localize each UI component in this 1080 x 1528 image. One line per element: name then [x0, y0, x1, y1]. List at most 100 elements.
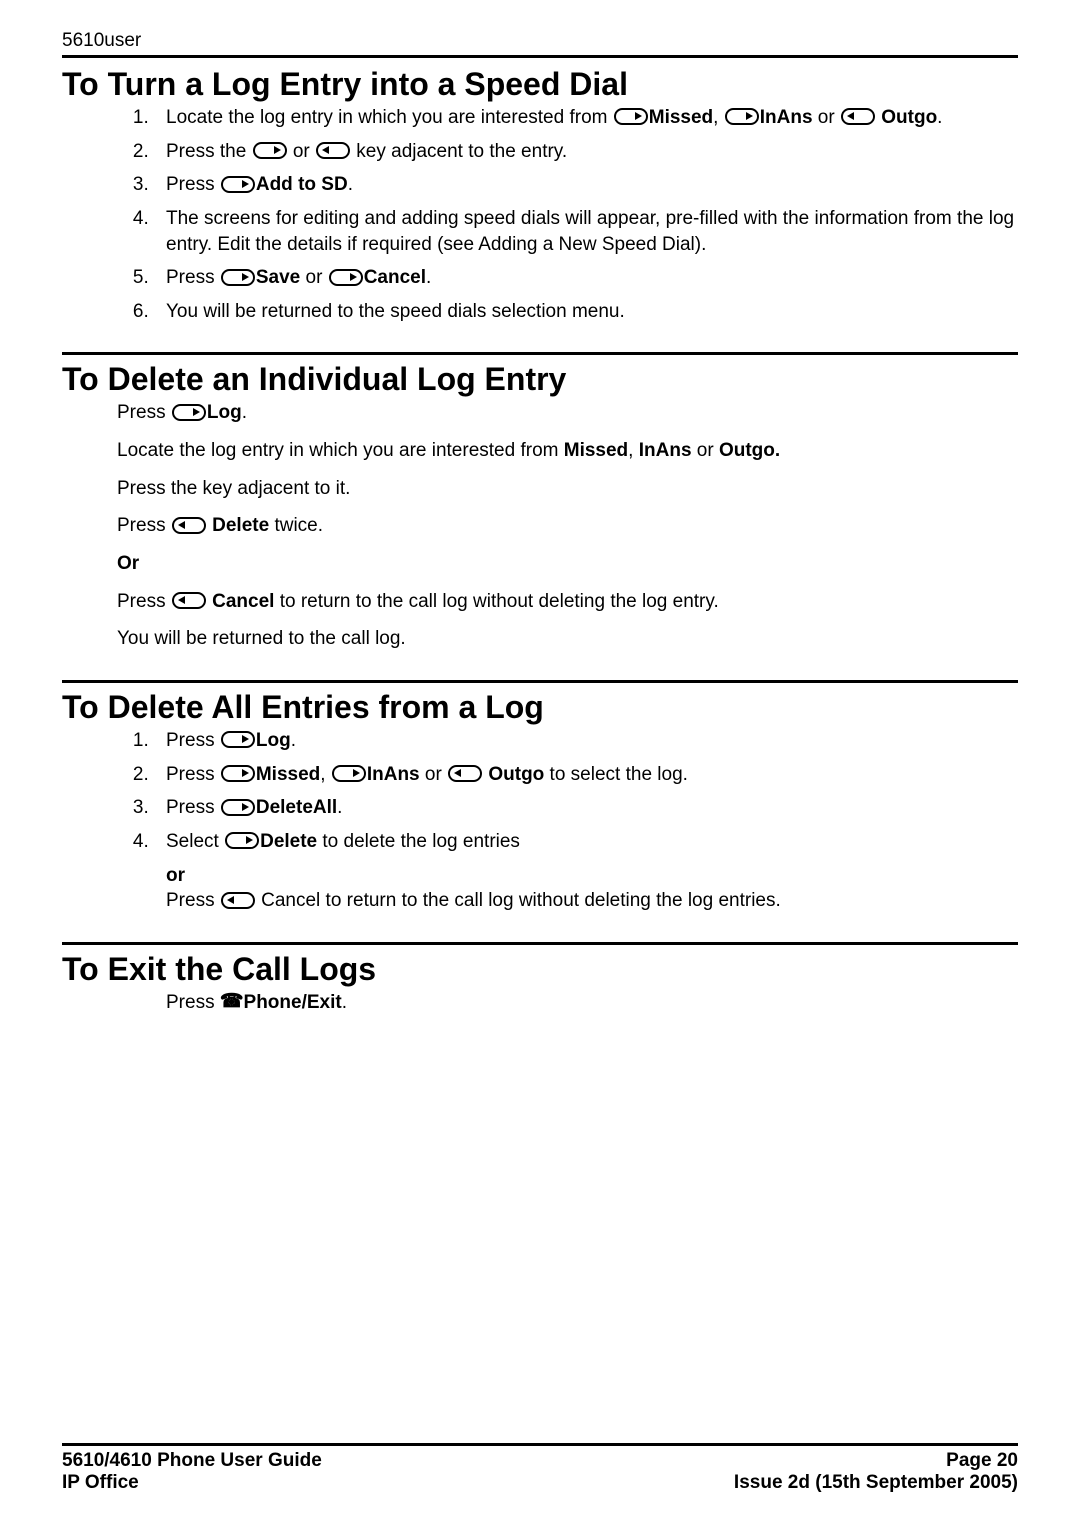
softkey-right-icon [221, 731, 255, 748]
label-delete: Delete [207, 515, 269, 536]
steps-turn-speed-dial: Locate the log entry in which you are in… [62, 105, 1018, 324]
label-or: or [166, 863, 1018, 889]
text: key adjacent to the entry. [351, 141, 567, 162]
text: . [937, 107, 942, 128]
page-footer: 5610/4610 Phone User Guide Page 20 IP Of… [62, 1443, 1018, 1494]
list-item: Press the or key adjacent to the entry. [154, 139, 1018, 165]
text: . [337, 797, 342, 818]
softkey-right-icon [614, 108, 648, 125]
list-item: Locate the log entry in which you are in… [154, 105, 1018, 131]
text: to select the log. [544, 764, 688, 785]
label-log: Log [256, 730, 291, 751]
text: Locate the log entry in which you are in… [117, 440, 564, 461]
section-divider [62, 680, 1018, 683]
text: . [342, 992, 347, 1013]
para: Press Cancel to return to the call log w… [166, 888, 1018, 914]
text: or [813, 107, 840, 128]
text: Cancel to return to the call log without… [256, 890, 781, 911]
text: . [348, 174, 353, 195]
text: to delete the log entries [317, 831, 520, 852]
text: Press [166, 764, 220, 785]
softkey-right-icon [221, 765, 255, 782]
label-inans: InAns [367, 764, 420, 785]
heading-delete-all: To Delete All Entries from a Log [62, 689, 1018, 726]
text: Press [117, 591, 171, 612]
running-header: 5610user [62, 30, 1018, 58]
block-delete-individual: Press Log. Locate the log entry in which… [117, 400, 1018, 651]
para: Press Delete twice. [117, 513, 1018, 539]
softkey-left-icon [221, 892, 255, 909]
text: or [420, 764, 447, 785]
label-outgo: Outgo. [719, 440, 780, 461]
softkey-right-icon [221, 799, 255, 816]
text: Press [117, 515, 171, 536]
softkey-left-icon [316, 142, 350, 159]
label-missed: Missed [564, 440, 628, 461]
text: , [628, 440, 639, 461]
label-delete-all: DeleteAll [256, 797, 337, 818]
text: . [291, 730, 296, 751]
para: Press Log. [117, 400, 1018, 426]
list-item: Press Add to SD. [154, 172, 1018, 198]
text: Press [166, 797, 220, 818]
softkey-left-icon [448, 765, 482, 782]
footer-product: IP Office [62, 1472, 139, 1494]
text: , [713, 107, 724, 128]
text: Select [166, 831, 224, 852]
para: Press Cancel to return to the call log w… [117, 589, 1018, 615]
list-item: Press Log. [154, 728, 1018, 754]
section-divider [62, 352, 1018, 355]
label-add-to-sd: Add to SD [256, 174, 348, 195]
label-inans: InAns [639, 440, 692, 461]
block-exit: Press ☎Phone/Exit. [166, 990, 1018, 1016]
para: You will be returned to the call log. [117, 626, 1018, 652]
label-phone-exit: Phone/Exit [244, 992, 342, 1013]
step-text: Press [166, 174, 220, 195]
footer-issue-date: Issue 2d (15th September 2005) [734, 1472, 1018, 1494]
label-outgo: Outgo [876, 107, 937, 128]
softkey-left-icon [172, 592, 206, 609]
step-text: Press [166, 267, 220, 288]
list-item: You will be returned to the speed dials … [154, 299, 1018, 325]
text: Press [166, 890, 220, 911]
section-divider [62, 942, 1018, 945]
label-outgo: Outgo [483, 764, 544, 785]
step-text: You will be returned to the speed dials … [166, 301, 625, 322]
text: or [288, 141, 315, 162]
label-missed: Missed [649, 107, 713, 128]
softkey-right-icon [332, 765, 366, 782]
text: , [320, 764, 331, 785]
para: Locate the log entry in which you are in… [117, 438, 1018, 464]
para: Press the key adjacent to it. [117, 476, 1018, 502]
text: or [692, 440, 719, 461]
heading-exit-call-logs: To Exit the Call Logs [62, 951, 1018, 988]
steps-delete-all: Press Log. Press Missed, InAns or Outgo … [62, 728, 1018, 855]
text: . [242, 402, 247, 423]
softkey-right-icon [172, 404, 206, 421]
softkey-right-icon [725, 108, 759, 125]
softkey-right-icon [221, 176, 255, 193]
heading-delete-individual: To Delete an Individual Log Entry [62, 361, 1018, 398]
label-cancel: Cancel [364, 267, 426, 288]
text: to return to the call log without deleti… [274, 591, 718, 612]
list-item: The screens for editing and adding speed… [154, 206, 1018, 257]
phone-icon: ☎ [220, 992, 244, 1011]
label-log: Log [207, 402, 242, 423]
label-save: Save [256, 267, 300, 288]
step4-continuation: or Press Cancel to return to the call lo… [166, 863, 1018, 914]
text: twice. [269, 515, 323, 536]
softkey-right-icon [225, 832, 259, 849]
softkey-right-icon [221, 269, 255, 286]
step-text: The screens for editing and adding speed… [166, 208, 1014, 255]
softkey-right-icon [329, 269, 363, 286]
heading-turn-speed-dial: To Turn a Log Entry into a Speed Dial [62, 66, 1018, 103]
footer-page-number: Page 20 [946, 1450, 1018, 1472]
text: . [426, 267, 431, 288]
step-text: Press the [166, 141, 252, 162]
label-delete: Delete [260, 831, 317, 852]
footer-guide-name: 5610/4610 Phone User Guide [62, 1450, 322, 1472]
label-or: Or [117, 551, 1018, 577]
text: Press [117, 402, 171, 423]
label-inans: InAns [760, 107, 813, 128]
list-item: Select Delete to delete the log entries [154, 829, 1018, 855]
